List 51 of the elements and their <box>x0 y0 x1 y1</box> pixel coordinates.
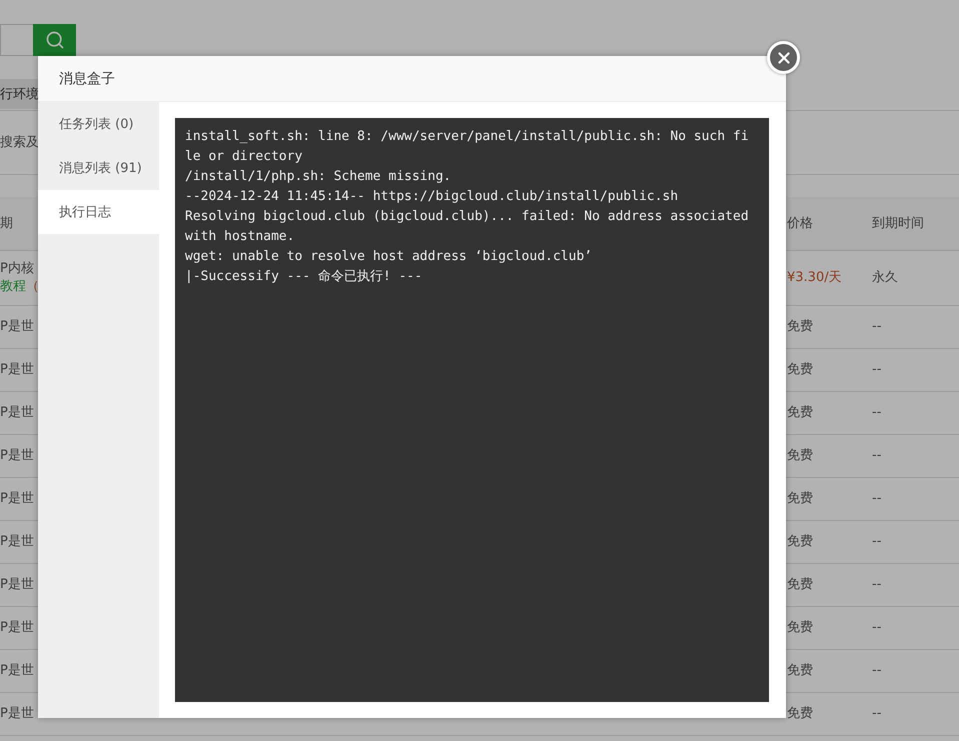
sidebar-tab[interactable]: 消息列表 (91) <box>38 146 159 190</box>
price: 免费 <box>787 490 813 508</box>
close-button[interactable] <box>767 41 800 74</box>
plugin-name: P是世 <box>0 318 34 336</box>
expiry-date: -- <box>872 662 882 680</box>
log-line: --2024-12-24 11:45:14-- https://bigcloud.club/install/public.sh <box>185 188 680 206</box>
price: 免费 <box>787 576 813 594</box>
column-header: 期 <box>0 214 13 232</box>
filter-label: 搜索及 <box>0 135 39 150</box>
log-line: /install/1/php.sh: Scheme missing. <box>185 168 452 186</box>
plugin-name: P是世 <box>0 576 34 594</box>
log-line: Resolving bigcloud.club (bigcloud.club)... failed: No address associated with hostname. <box>185 208 749 246</box>
expiry-date: -- <box>872 619 882 637</box>
price: 免费 <box>787 533 813 551</box>
plugin-name: P内核 <box>0 260 34 278</box>
sidebar-tab[interactable]: 执行日志 <box>38 190 159 234</box>
expiry-date: -- <box>872 404 882 422</box>
expiry-date: -- <box>872 447 882 465</box>
price: 免费 <box>787 404 813 422</box>
plugin-note: （ <box>26 278 39 296</box>
expiry-date: -- <box>872 361 882 379</box>
column-header: 价格 <box>787 214 813 232</box>
search-button[interactable] <box>33 24 76 56</box>
plugin-name: P是世 <box>0 404 34 422</box>
expiry-date: -- <box>872 318 882 336</box>
expiry-date: -- <box>872 705 882 723</box>
price: 免费 <box>787 447 813 465</box>
dialog-title: 消息盒子 <box>59 70 115 88</box>
plugin-name: P是世 <box>0 705 34 723</box>
expiry-date: 永久 <box>872 269 898 287</box>
plugin-name: P是世 <box>0 533 34 551</box>
price: 免费 <box>787 619 813 637</box>
price: 免费 <box>787 361 813 379</box>
column-header: 到期时间 <box>872 214 924 232</box>
price: 免费 <box>787 662 813 680</box>
log-line: wget: unable to resolve host address ‘bigcloud.club’ <box>185 248 593 266</box>
expiry-date: -- <box>872 490 882 508</box>
plugin-name: P是世 <box>0 447 34 465</box>
price: ¥3.30/天 <box>787 269 842 287</box>
log-line: install_soft.sh: line 8: /www/server/panel/install/public.sh: No such file or directory <box>185 128 749 166</box>
plugin-name: P是世 <box>0 490 34 508</box>
plugin-name: P是世 <box>0 619 34 637</box>
search-field[interactable] <box>0 24 33 56</box>
log-line: |-Successify --- 命令已执行! --- <box>185 268 424 286</box>
plugin-name: P是世 <box>0 361 34 379</box>
search-icon <box>44 30 64 50</box>
plugin-name: P是世 <box>0 662 34 680</box>
price: 免费 <box>787 318 813 336</box>
expiry-date: -- <box>872 533 882 551</box>
price: 免费 <box>787 705 813 723</box>
expiry-date: -- <box>872 576 882 594</box>
